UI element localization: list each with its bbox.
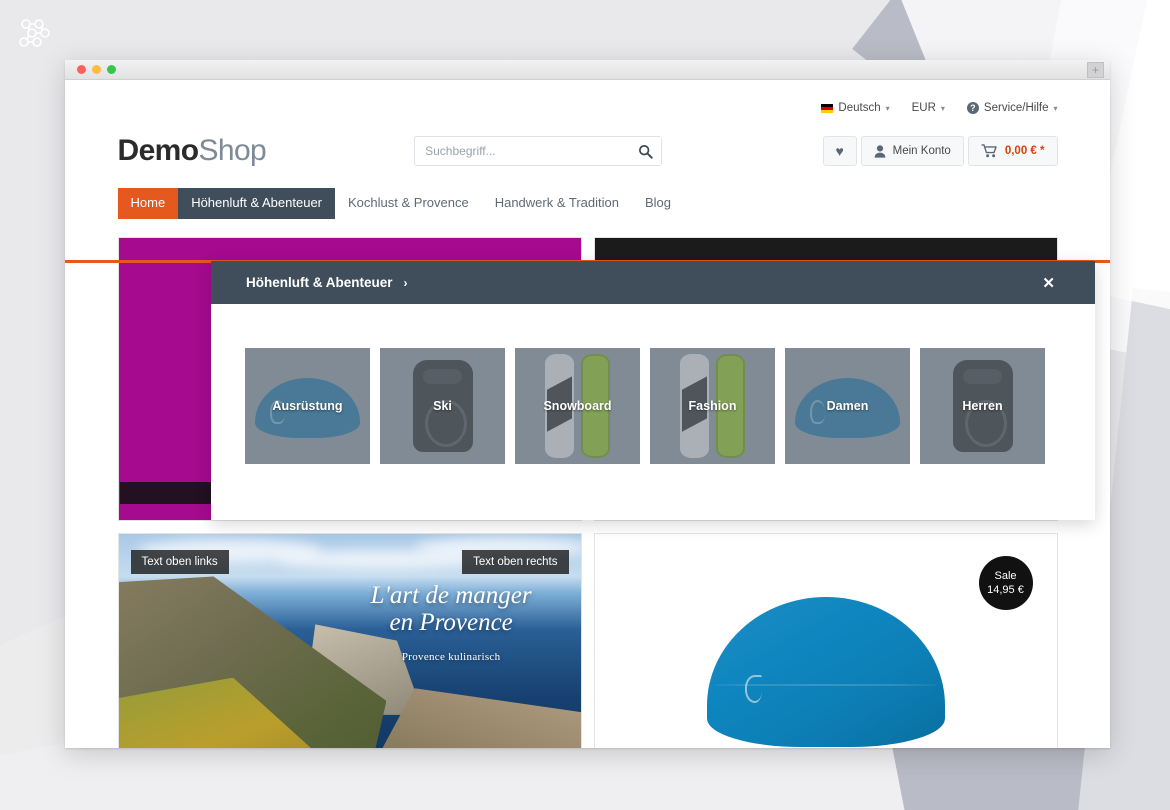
language-label: Deutsch <box>838 102 881 114</box>
tile-label: Snowboard <box>543 399 612 413</box>
category-tile-ski[interactable]: Ski <box>380 348 505 464</box>
german-flag-icon <box>821 103 834 113</box>
close-icon[interactable]: ✕ <box>1042 274 1079 292</box>
category-tile-damen[interactable]: Damen <box>785 348 910 464</box>
minimize-window-button[interactable] <box>92 65 101 74</box>
browser-titlebar: + <box>65 60 1110 80</box>
tile-label: Fashion <box>688 399 737 413</box>
tile-label: Ausrüstung <box>272 399 343 413</box>
logo-light-part: Shop <box>198 134 267 167</box>
beanie-body <box>706 597 945 748</box>
overlay-text-top-right: Text oben rechts <box>462 549 569 574</box>
category-tile-fashion[interactable]: Fashion <box>650 348 775 464</box>
search-button[interactable] <box>629 137 662 165</box>
category-tile-grid: Ausrüstung Ski Snowboard Fashion Damen H… <box>211 348 1095 464</box>
shop-logo[interactable]: DemoShop <box>118 134 267 168</box>
node-graph-icon <box>19 19 50 47</box>
provence-headline-line1: L'art de manger <box>370 581 532 609</box>
dropdown-title: Höhenluft & Abenteuer <box>246 275 393 290</box>
currency-label: EUR <box>911 102 936 114</box>
provence-banner-column: L'art de manger en Provence Provence kul… <box>117 532 582 748</box>
provence-subline: Provence kulinarisch <box>401 650 501 663</box>
dropdown-body: Ausrüstung Ski Snowboard Fashion Damen H… <box>211 304 1095 520</box>
account-label: Mein Konto <box>892 145 951 157</box>
sale-badge-title: Sale <box>994 569 1017 582</box>
logo-bold-part: Demo <box>117 134 200 167</box>
tile-label: Damen <box>826 399 869 413</box>
chevron-down-icon: ▾ <box>940 103 945 113</box>
tile-label: Ski <box>433 399 452 413</box>
brand-logo-icon <box>744 675 762 704</box>
sale-badge-price: 14,95 € <box>987 583 1024 596</box>
desktop-background: + Deutsch ▾ EUR ▾ ? Service/Hilfe ▾ Demo… <box>0 0 1170 810</box>
header-actions: ♥ Mein Konto 0,00 € * <box>822 136 1058 166</box>
browser-window: + Deutsch ▾ EUR ▾ ? Service/Hilfe ▾ Demo… <box>65 60 1110 748</box>
shop-header: DemoShop ♥ <box>118 128 1058 174</box>
category-tile-snowboard[interactable]: Snowboard <box>515 348 640 464</box>
question-circle-icon: ? <box>966 102 979 114</box>
provence-headline-line2: en Provence <box>389 608 513 636</box>
chevron-down-icon: ▾ <box>1053 103 1058 113</box>
utility-topbar: Deutsch ▾ EUR ▾ ? Service/Hilfe ▾ <box>118 80 1058 114</box>
overlay-text-top-left: Text oben links <box>130 549 229 574</box>
beanie-product-image <box>706 597 945 748</box>
user-icon <box>874 144 886 158</box>
provence-headline: L'art de manger en Provence <box>331 582 571 636</box>
chevron-right-icon[interactable]: › <box>404 276 408 290</box>
maximize-window-button[interactable] <box>107 65 116 74</box>
wishlist-button[interactable]: ♥ <box>822 136 857 166</box>
nav-item-home[interactable]: Home <box>117 188 179 219</box>
bottom-banner-row: L'art de manger en Provence Provence kul… <box>117 532 1058 748</box>
close-window-button[interactable] <box>77 65 86 74</box>
tile-label: Herren <box>962 399 1003 413</box>
shop-page: Deutsch ▾ EUR ▾ ? Service/Hilfe ▾ DemoSh… <box>65 80 1110 748</box>
category-tile-ausruestung[interactable]: Ausrüstung <box>245 348 370 464</box>
provence-banner[interactable]: L'art de manger en Provence Provence kul… <box>117 532 582 748</box>
main-navigation: Home Höhenluft & Abenteuer Kochlust & Pr… <box>117 188 1058 219</box>
category-tile-herren[interactable]: Herren <box>920 348 1045 464</box>
nav-item-kochlust[interactable]: Kochlust & Provence <box>335 188 482 219</box>
dropdown-header: Höhenluft & Abenteuer › ✕ <box>211 261 1095 304</box>
currency-selector[interactable]: EUR ▾ <box>912 102 945 114</box>
cart-icon <box>981 144 997 158</box>
search-container <box>414 136 663 166</box>
search-icon <box>638 144 653 159</box>
nav-item-hoehenluft[interactable]: Höhenluft & Abenteuer <box>178 188 336 219</box>
language-selector[interactable]: Deutsch ▾ <box>821 102 890 114</box>
chevron-down-icon: ▾ <box>885 103 890 113</box>
new-tab-button[interactable]: + <box>1087 62 1104 78</box>
account-button[interactable]: Mein Konto <box>860 136 964 166</box>
service-help-menu[interactable]: ? Service/Hilfe ▾ <box>966 102 1058 114</box>
nav-item-blog[interactable]: Blog <box>632 188 684 219</box>
product-column: Sale 14,95 € Zum Artikel <box>593 532 1058 748</box>
search-input[interactable] <box>414 136 663 166</box>
sale-badge: Sale 14,95 € <box>978 555 1033 610</box>
heart-icon: ♥ <box>835 143 844 159</box>
cart-total: 0,00 € * <box>1004 145 1045 157</box>
product-card[interactable]: Sale 14,95 € Zum Artikel <box>593 532 1058 748</box>
cart-button[interactable]: 0,00 € * <box>967 136 1058 166</box>
service-label: Service/Hilfe <box>983 102 1049 114</box>
window-controls[interactable] <box>77 65 116 74</box>
category-dropdown-panel: Höhenluft & Abenteuer › ✕ Ausrüstung Ski… <box>211 261 1095 520</box>
nav-item-handwerk[interactable]: Handwerk & Tradition <box>482 188 632 219</box>
